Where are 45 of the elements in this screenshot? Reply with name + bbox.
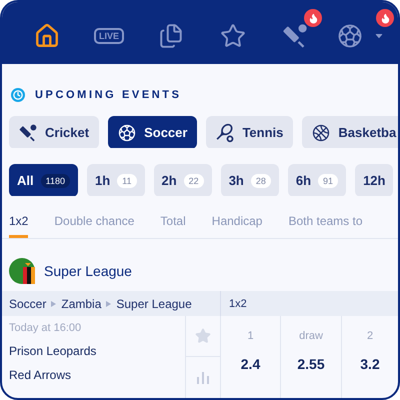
- separator-icon: [51, 300, 56, 306]
- nav-button[interactable]: LIVE: [78, 9, 140, 57]
- count-badge: 11: [117, 174, 136, 188]
- breadcrumb-link[interactable]: Super League: [116, 296, 192, 310]
- home-icon: [34, 23, 60, 49]
- sport-tab[interactable]: Soccer: [108, 116, 198, 148]
- sport-tab[interactable]: Tennis: [206, 116, 294, 148]
- sport-tab[interactable]: Basketba: [302, 116, 398, 148]
- cricket-icon: [281, 22, 309, 50]
- time-filter[interactable]: 12h: [355, 164, 394, 196]
- time-filter[interactable]: All 1180: [9, 164, 78, 196]
- count-badge: 22: [184, 174, 204, 188]
- team-name: Red Arrows: [9, 368, 72, 382]
- soccer-ball-icon: [117, 122, 138, 142]
- favorite-star-icon[interactable]: [195, 328, 211, 344]
- league-title: Super League: [44, 263, 132, 280]
- time-filter[interactable]: 3h 28: [220, 164, 279, 196]
- tennis-icon: [215, 122, 236, 142]
- breadcrumb-link[interactable]: Soccer: [9, 296, 46, 310]
- breadcrumb-link[interactable]: Zambia: [61, 296, 102, 310]
- section-title: UPCOMING EVENTS: [35, 89, 182, 101]
- cricket-icon: [18, 122, 38, 142]
- count-badge: 1180: [40, 174, 70, 188]
- match-time: Today at 16:00: [9, 322, 82, 334]
- count-badge: 91: [318, 174, 338, 188]
- count-badge: 28: [250, 174, 271, 188]
- odds-button[interactable]: draw 2.55: [281, 316, 342, 398]
- zambia-flag-icon: [9, 258, 35, 284]
- time-filter[interactable]: 2h 22: [154, 164, 212, 196]
- basketball-icon: [311, 122, 332, 142]
- time-filter[interactable]: 1h 11: [86, 164, 144, 196]
- team-name: Prison Leopards: [9, 344, 98, 358]
- clock-icon: [11, 88, 25, 102]
- star-icon: [220, 23, 246, 49]
- caret-icon[interactable]: [374, 31, 384, 41]
- time-filter[interactable]: 6h 91: [288, 164, 346, 196]
- odds-button[interactable]: 1 2.4: [221, 316, 281, 398]
- separator-icon: [106, 300, 112, 306]
- documents-icon: [158, 23, 184, 49]
- market-tab[interactable]: 1x2: [9, 214, 28, 238]
- live-label: LIVE: [94, 28, 124, 44]
- soccer-ball-icon: [336, 22, 364, 50]
- market-header: 1x2: [221, 291, 398, 316]
- sport-tab[interactable]: Cricket: [9, 116, 100, 148]
- odds-button[interactable]: 2 3.2: [342, 316, 398, 398]
